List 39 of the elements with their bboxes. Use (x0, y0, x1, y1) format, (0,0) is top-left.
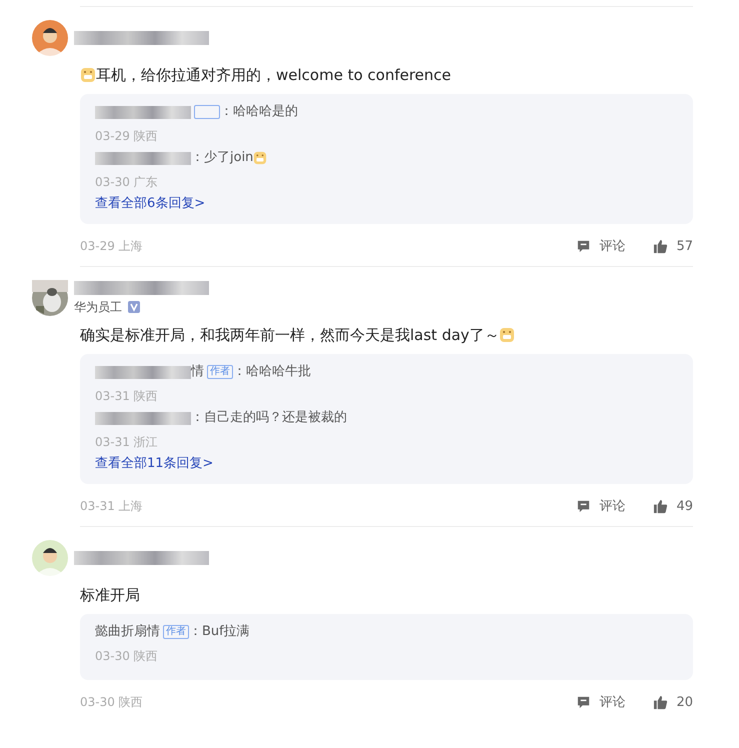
reply-text: ：哈哈哈牛批 (233, 363, 311, 381)
emoji-icon (80, 67, 96, 83)
reply-text: ：哈哈哈是的 (220, 103, 298, 121)
thumbs-up-icon (653, 694, 668, 710)
reply-date-location: 03-30 陕西 (95, 648, 159, 664)
reply-date-location: 03-29 陕西 (95, 128, 159, 144)
reply-text: ：Buf拉满 (189, 623, 250, 641)
view-all-replies-link[interactable]: 查看全部6条回复> (95, 194, 678, 212)
comment-icon (576, 498, 592, 514)
comment-text: 耳机，给你拉通对齐用的，welcome to conference (80, 64, 693, 86)
reply-date-location: 03-31 浙江 (95, 434, 159, 450)
comment-date-location: 03-31 上海 (80, 498, 143, 514)
comment-date-location: 03-30 陕西 (80, 694, 143, 710)
comment-date-location: 03-29 上海 (80, 238, 143, 254)
comment-button[interactable]: 评论 (576, 237, 626, 255)
reply-date-location: 03-31 陕西 (95, 388, 159, 404)
author-badge: 作者 (163, 625, 189, 639)
thumbs-up-icon (653, 238, 668, 254)
comment-text: 确实是标准开局，和我两年前一样，然而今天是我last day了～ (80, 324, 693, 346)
like-button[interactable]: 49 (653, 497, 693, 515)
comment-button[interactable]: 评论 (576, 497, 626, 515)
like-button[interactable]: 57 (653, 237, 693, 255)
reply-author[interactable]: 情 (191, 362, 204, 382)
reply-text: ：少了join (191, 149, 254, 167)
avatar-icon[interactable] (32, 20, 68, 56)
comment-icon (576, 694, 592, 710)
author-badge: 作者 (207, 365, 233, 379)
comment-icon (576, 238, 592, 254)
user-title: 华为员工 (74, 298, 122, 316)
comment-button[interactable]: 评论 (576, 693, 626, 711)
view-all-replies-link[interactable]: 查看全部11条回复> (95, 454, 678, 472)
reply-text: ：自己走的吗？还是被裁的 (191, 409, 347, 427)
comment-text: 标准开局 (80, 585, 141, 606)
emoji-icon (499, 327, 516, 343)
thumbs-up-icon (653, 498, 668, 514)
like-button[interactable]: 20 (653, 693, 693, 711)
avatar-icon[interactable] (32, 540, 68, 576)
reply-date-location: 03-30 广东 (95, 174, 159, 190)
reply-author[interactable]: 懿曲折扇情 (95, 622, 160, 642)
